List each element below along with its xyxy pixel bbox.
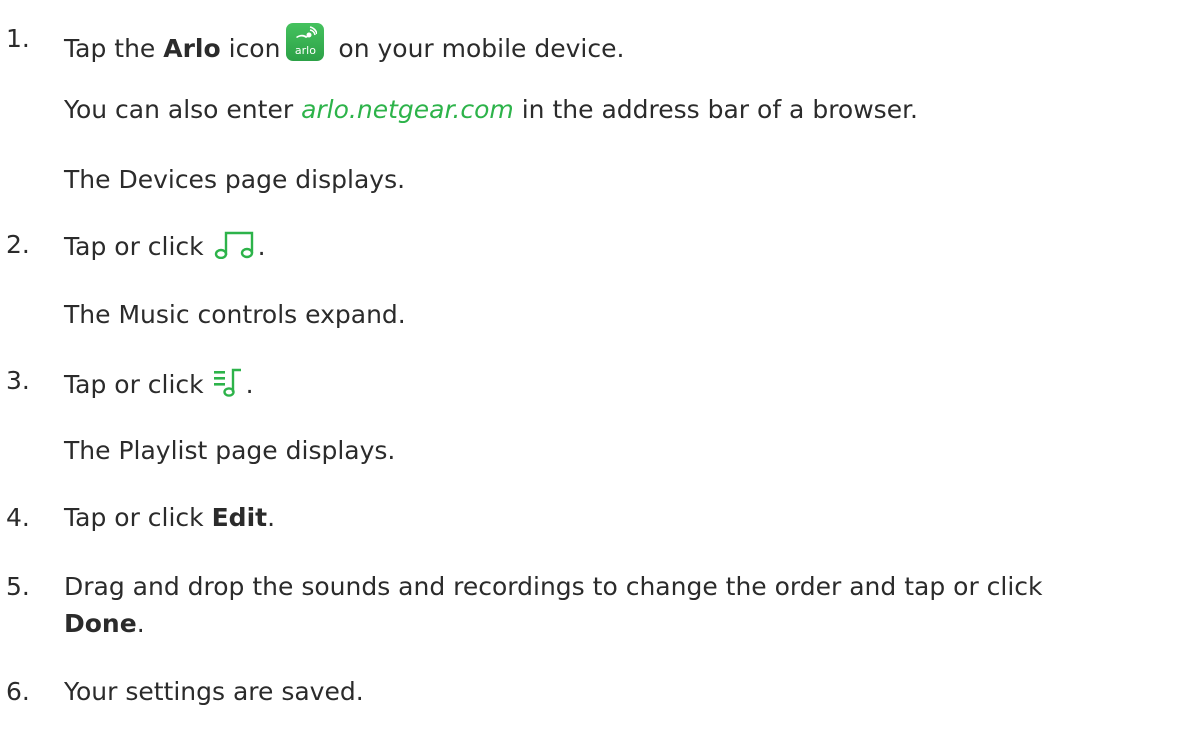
arlo-app-icon: arlo bbox=[286, 23, 325, 61]
step-1-result: The Devices page displays. bbox=[64, 165, 406, 194]
done-label: Done bbox=[64, 609, 137, 638]
step-number: 6. bbox=[6, 677, 30, 706]
step-number: 5. bbox=[6, 572, 30, 601]
arlo-website-link[interactable]: arlo.netgear.com bbox=[301, 95, 514, 124]
step-3-result: The Playlist page displays. bbox=[64, 436, 396, 465]
step-1-note: You can also enter arlo.netgear.com in t… bbox=[64, 95, 919, 124]
app-name: Arlo bbox=[163, 34, 221, 63]
playlist-icon[interactable] bbox=[212, 365, 246, 405]
music-note-icon[interactable] bbox=[212, 229, 258, 267]
step-text: Your settings are saved. bbox=[64, 677, 364, 706]
arlo-icon-label: arlo bbox=[294, 44, 316, 57]
edit-label: Edit bbox=[211, 503, 268, 532]
step-text: Tap the bbox=[64, 34, 164, 63]
step-number: 4. bbox=[6, 503, 30, 532]
step-number: 3. bbox=[6, 366, 30, 395]
step-2-result: The Music controls expand. bbox=[64, 300, 406, 329]
step-text: Drag and drop the sounds and recordings … bbox=[64, 572, 1043, 601]
step-text: icon bbox=[220, 34, 281, 63]
step-5-continued: Done. bbox=[64, 609, 145, 638]
step-number: 2. bbox=[6, 230, 30, 259]
step-text: on your mobile device. bbox=[330, 34, 625, 63]
step-number: 1. bbox=[6, 24, 30, 53]
